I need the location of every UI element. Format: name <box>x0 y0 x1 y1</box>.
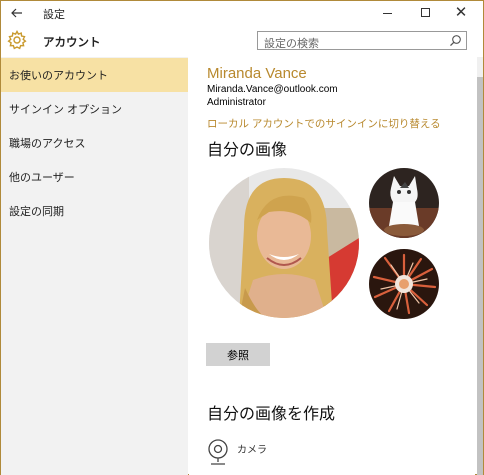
settings-window: 設定 ✕ アカウント 設定の検索 お使いのアカウント サインイン オプション 職… <box>0 0 484 475</box>
sidebar-item-sync-settings[interactable]: 設定の同期 <box>1 194 188 228</box>
sidebar-item-sign-in-options[interactable]: サインイン オプション <box>1 92 188 126</box>
your-picture-heading: 自分の画像 <box>207 142 288 159</box>
previous-picture-cat[interactable] <box>369 168 439 238</box>
sidebar-item-other-users[interactable]: 他のユーザー <box>1 160 188 194</box>
create-picture-heading: 自分の画像を作成 <box>207 406 336 423</box>
main-content: Miranda Vance Miranda.Vance@outlook.com … <box>189 57 475 475</box>
maximize-button[interactable] <box>411 1 439 24</box>
window-title: 設定 <box>43 9 65 21</box>
current-profile-picture <box>209 168 359 318</box>
gear-icon <box>7 30 27 50</box>
minimize-icon <box>382 13 392 14</box>
maximize-icon <box>420 8 430 17</box>
search-input[interactable]: 設定の検索 <box>257 31 467 50</box>
content-scrollbar[interactable] <box>477 57 483 475</box>
picture-area <box>207 163 453 331</box>
account-role: Administrator <box>207 97 266 108</box>
close-icon: ✕ <box>454 4 468 21</box>
sidebar-item-work-access[interactable]: 職場のアクセス <box>1 126 188 160</box>
account-email: Miranda.Vance@outlook.com <box>207 84 338 95</box>
sidebar-item-your-account[interactable]: お使いのアカウント <box>1 58 188 92</box>
scrollbar-thumb[interactable] <box>477 77 483 475</box>
close-button[interactable]: ✕ <box>447 1 475 24</box>
camera-label[interactable]: カメラ <box>237 441 267 456</box>
minimize-button[interactable] <box>373 1 401 24</box>
search-icon <box>450 35 461 47</box>
browse-button[interactable]: 参照 <box>206 343 270 366</box>
switch-to-local-account-link[interactable]: ローカル アカウントでのサインインに切り替える <box>207 116 441 131</box>
camera-icon[interactable] <box>207 438 229 468</box>
back-arrow-icon[interactable] <box>7 4 27 21</box>
search-placeholder: 設定の検索 <box>264 38 319 50</box>
page-header: アカウント 設定の検索 <box>1 24 483 57</box>
title-bar: 設定 ✕ <box>1 1 483 24</box>
previous-picture-flower[interactable] <box>369 249 439 319</box>
sidebar-nav: お使いのアカウント サインイン オプション 職場のアクセス 他のユーザー 設定の… <box>1 57 188 475</box>
account-name: Miranda Vance <box>207 65 307 82</box>
page-title: アカウント <box>43 37 101 49</box>
